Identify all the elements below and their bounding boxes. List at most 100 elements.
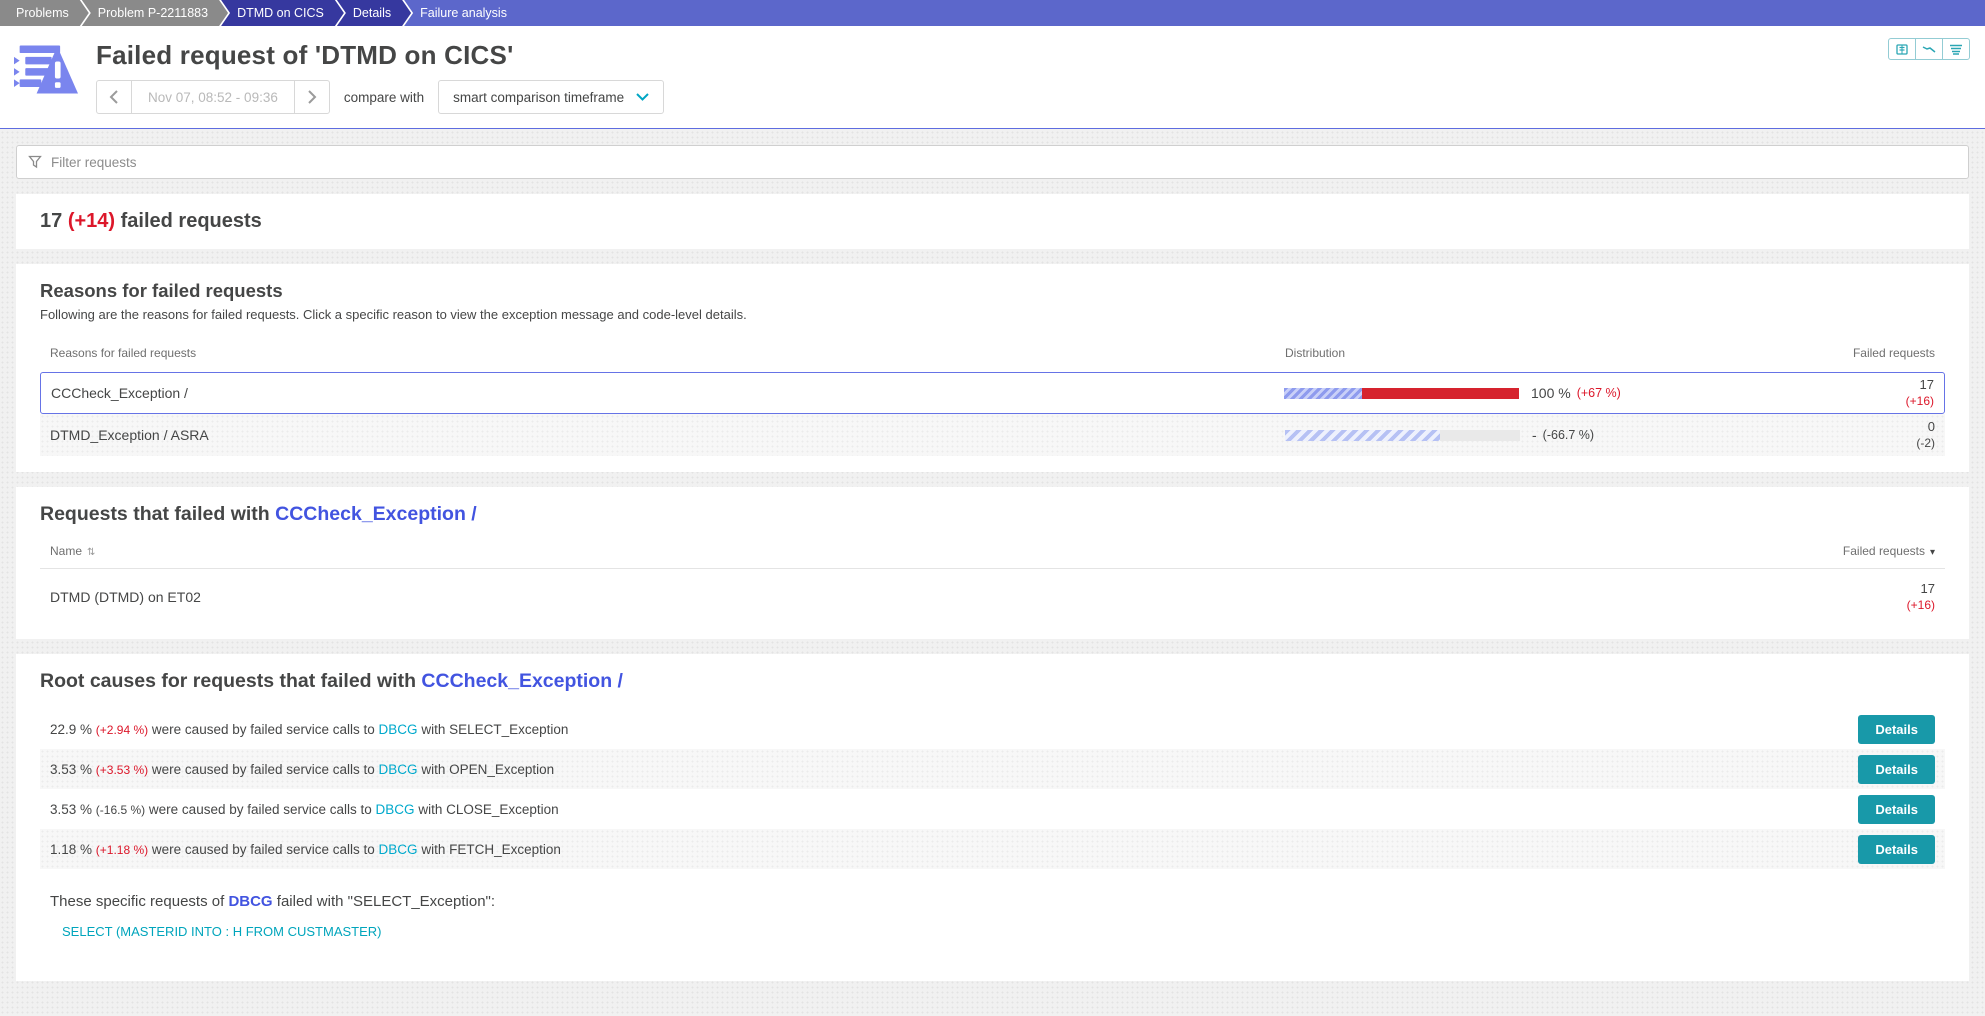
list-lines-icon [1950, 44, 1962, 55]
failed-requests-count: 17 (+14) failed requests [40, 210, 1945, 233]
report-view-button[interactable] [1888, 38, 1916, 60]
reason-row-cccheck[interactable]: CCCheck_Exception / 100 % (+67 %) 17 (+1… [40, 372, 1945, 414]
failed-delta: (-2) [1916, 435, 1935, 450]
requests-failed-title: Requests that failed with CCCheck_Except… [40, 503, 1945, 526]
timeframe-button[interactable]: Nov 07, 08:52 - 09:36 [131, 80, 295, 114]
view-toggle-group [1888, 38, 1970, 60]
service-link[interactable]: DBCG [379, 762, 418, 777]
request-row-dtmd[interactable]: DTMD (DTMD) on ET02 17 (+16) [40, 569, 1945, 623]
bar-comparison-segment [1285, 429, 1441, 441]
failed-delta: (+16) [1906, 597, 1935, 612]
cause-text: were caused by failed service calls to [148, 801, 372, 817]
reasons-title: Reasons for failed requests [40, 280, 283, 301]
footer-suffix: failed with "SELECT_Exception": [276, 893, 496, 911]
root-causes-card: Root causes for requests that failed wit… [16, 654, 1969, 982]
root-cause-row-close: 3.53 % (-16.5 %) were caused by failed s… [40, 789, 1945, 829]
failed-count: 17 [1920, 581, 1935, 596]
breadcrumb-item-problem-id[interactable]: Problem P-2211883 [82, 0, 228, 26]
cause-delta: (+3.53 %) [95, 762, 149, 777]
requests-failed-card: Requests that failed with CCCheck_Except… [16, 487, 1969, 640]
cause-percent: 3.53 % [50, 801, 93, 817]
bar-increase-segment [1361, 387, 1519, 399]
failed-delta: (+16) [1905, 393, 1934, 408]
breadcrumb-item-service[interactable]: DTMD on CICS [221, 0, 344, 26]
cause-percent: 3.53 % [50, 761, 93, 777]
summary-delta: (+14) [67, 210, 116, 232]
request-name: DTMD (DTMD) on ET02 [50, 589, 201, 606]
exception-link[interactable]: CCCheck_Exception / [421, 670, 623, 692]
service-link-blue[interactable]: DBCG [228, 893, 272, 910]
failed-count: 0 [1927, 418, 1935, 434]
breadcrumb-item-problems[interactable]: Problems [0, 0, 89, 26]
failed-count: 17 [1919, 376, 1934, 392]
chevron-left-icon [109, 90, 118, 104]
bar-comparison-segment [1284, 387, 1362, 399]
service-link[interactable]: DBCG [379, 842, 418, 857]
requests-table-header: Name ⇅ Failed requests ▾ [40, 526, 1945, 569]
root-cause-row-open: 3.53 % (+3.53 %) were caused by failed s… [40, 749, 1945, 790]
specific-requests-text: These specific requests of DBCG failed w… [50, 893, 1945, 910]
exception-link[interactable]: CCCheck_Exception / [275, 503, 477, 525]
comparison-timeframe-value: smart comparison timeframe [453, 89, 625, 105]
sql-statement-link[interactable]: SELECT (MASTERID INTO : H FROM CUSTMASTE… [62, 924, 381, 939]
bar-empty-segment [1440, 429, 1520, 441]
reasons-card: Reasons for failed requests Following ar… [16, 264, 1969, 472]
column-name[interactable]: Name ⇅ [50, 544, 1755, 558]
compare-with-label: compare with [343, 89, 425, 105]
filter-funnel-icon [28, 155, 42, 169]
distribution-delta: (+67 %) [1576, 386, 1621, 400]
cause-text: were caused by failed service calls to [151, 721, 375, 737]
column-distribution: Distribution [1285, 346, 1346, 360]
chart-view-button[interactable] [1915, 38, 1943, 60]
sort-descending-icon: ▾ [1929, 547, 1935, 558]
distribution-percent: 100 % [1531, 385, 1571, 401]
service-link[interactable]: DBCG [379, 722, 418, 737]
details-button[interactable]: Details [1858, 794, 1935, 824]
cause-text: were caused by failed service calls to [151, 761, 375, 777]
reasons-table-header: Reasons for failed requests Distribution… [40, 342, 1945, 372]
cause-percent: 22.9 % [50, 721, 93, 737]
details-button[interactable]: Details [1858, 834, 1935, 864]
timeframe-navigation: Nov 07, 08:52 - 09:36 [96, 80, 330, 114]
cause-delta: (+1.18 %) [95, 842, 149, 857]
reason-name: CCCheck_Exception / [51, 385, 188, 401]
timeframe-next-button[interactable] [293, 80, 330, 114]
chevron-right-icon [308, 90, 317, 104]
summary-count: 17 [40, 210, 63, 232]
distribution-percent: - [1532, 427, 1537, 443]
reason-name: DTMD_Exception / ASRA [50, 427, 209, 443]
distribution-bar [1284, 387, 1519, 399]
reason-row-dtmd-asra[interactable]: DTMD_Exception / ASRA - (-66.7 %) 0 (-2) [40, 414, 1945, 456]
cause-text: were caused by failed service calls to [151, 841, 375, 857]
details-button[interactable]: Details [1858, 754, 1935, 784]
reasons-description: Following are the reasons for failed req… [40, 307, 747, 322]
chart-line-icon [1922, 45, 1936, 53]
requests-failed-title-text: Requests that failed with [40, 503, 270, 525]
sort-both-icon: ⇅ [87, 547, 96, 558]
filter-requests-input[interactable] [51, 154, 1957, 170]
distribution-delta: (-66.7 %) [1542, 428, 1595, 442]
footer-prefix: These specific requests of [50, 893, 225, 911]
cause-suffix: with CLOSE_Exception [418, 801, 559, 817]
breadcrumb-item-failure-analysis[interactable]: Failure analysis [404, 0, 1985, 26]
comparison-timeframe-dropdown[interactable]: smart comparison timeframe [438, 80, 665, 114]
list-view-button[interactable] [1942, 38, 1970, 60]
cause-delta: (-16.5 %) [95, 802, 146, 817]
cause-suffix: with OPEN_Exception [421, 761, 555, 777]
chevron-down-icon [636, 93, 649, 101]
page-header: Failed request of 'DTMD on CICS' Nov 07,… [0, 26, 1985, 129]
timeframe-previous-button[interactable] [96, 80, 132, 114]
column-failed-requests: Failed requests [1852, 346, 1935, 360]
report-book-icon [1896, 43, 1908, 55]
page-title: Failed request of 'DTMD on CICS' [96, 40, 514, 70]
column-reasons: Reasons for failed requests [50, 346, 197, 360]
breadcrumb: Problems Problem P-2211883 DTMD on CICS … [0, 0, 1985, 26]
column-failed-requests-sorted[interactable]: Failed requests ▾ [1755, 544, 1935, 558]
details-button[interactable]: Details [1858, 714, 1935, 744]
cause-suffix: with SELECT_Exception [421, 721, 569, 737]
service-link[interactable]: DBCG [376, 802, 415, 817]
breadcrumb-item-details[interactable]: Details [337, 0, 411, 26]
summary-label: failed requests [120, 210, 262, 232]
root-causes-title: Root causes for requests that failed wit… [40, 670, 1945, 693]
filter-bar [16, 145, 1969, 179]
